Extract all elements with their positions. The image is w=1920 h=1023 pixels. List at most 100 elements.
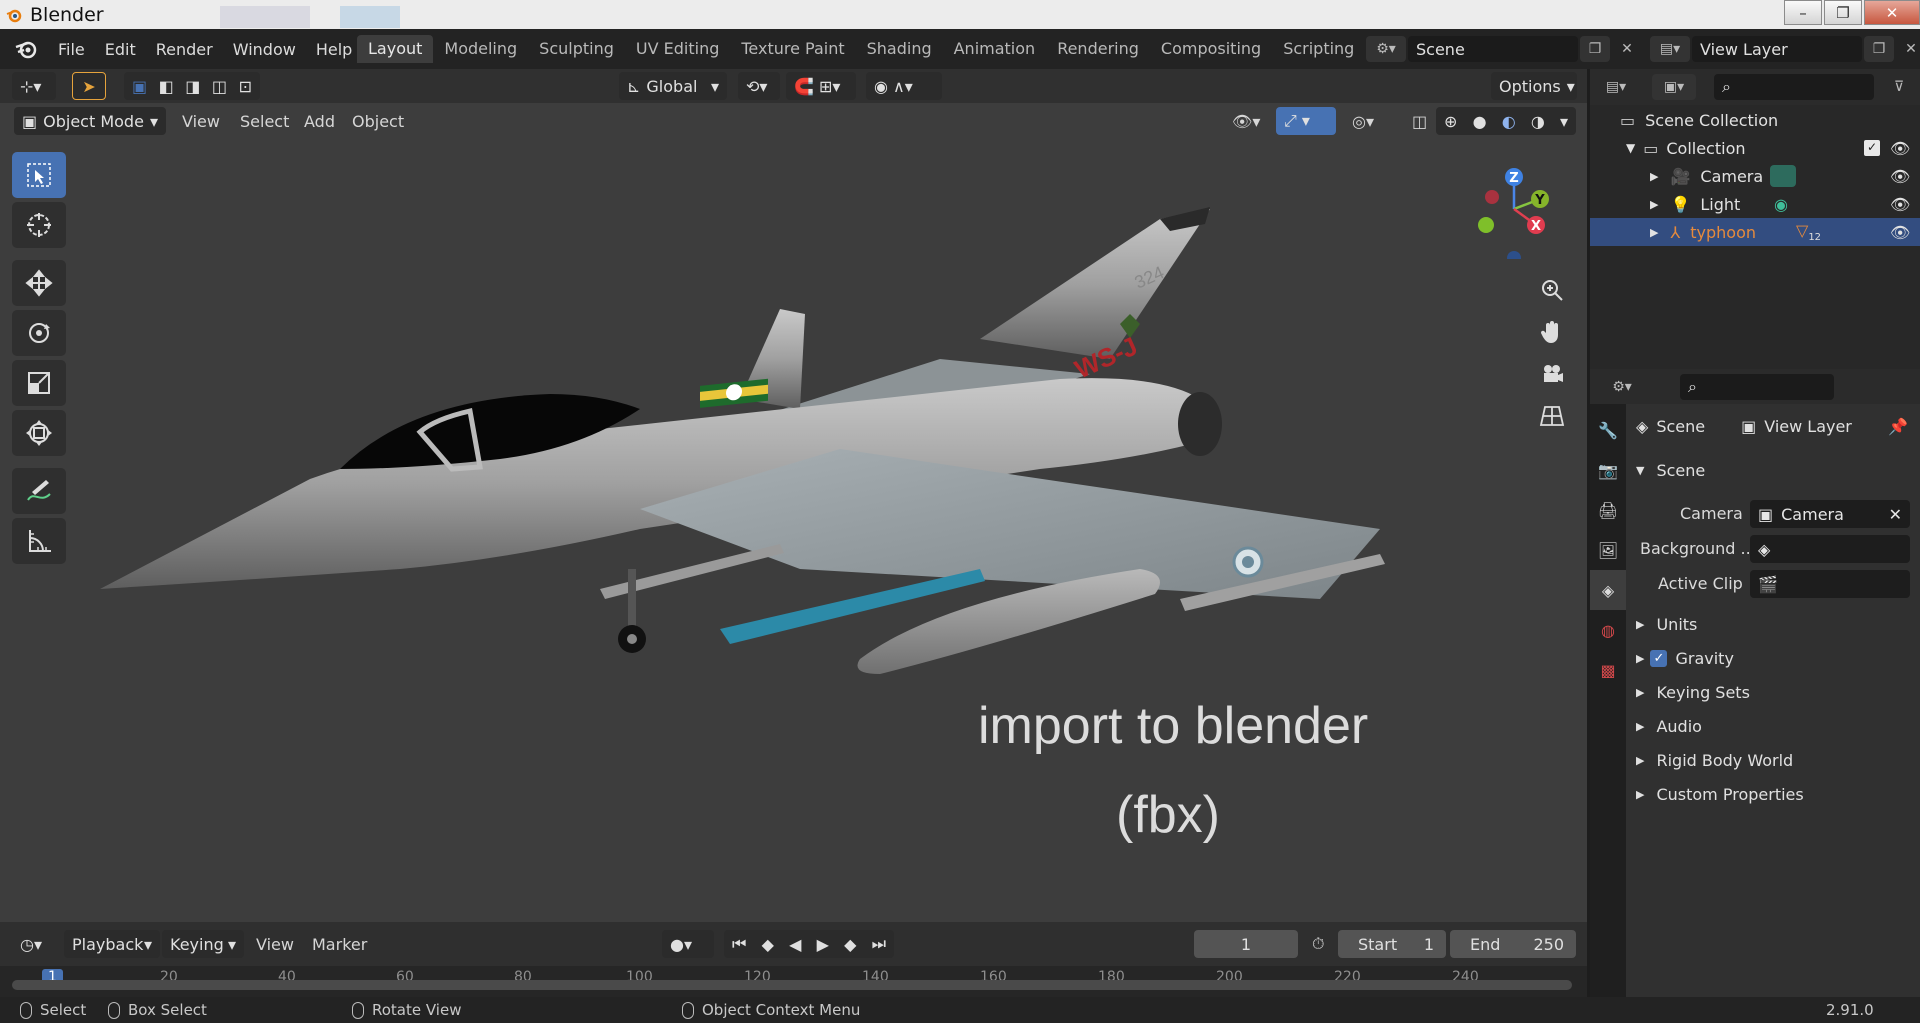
properties-editor-type-button[interactable]: ⚙▾ bbox=[1600, 374, 1644, 400]
texture-tab-icon[interactable]: ▩ bbox=[1590, 650, 1626, 690]
light-data-icon[interactable]: ◉ bbox=[1774, 195, 1788, 214]
display-mode-button[interactable]: ▣▾ bbox=[1652, 74, 1696, 100]
current-frame-field[interactable]: 1 bbox=[1194, 930, 1298, 958]
expand-arrow-icon[interactable]: ▶ bbox=[1650, 226, 1658, 239]
visibility-eye-icon[interactable]: 👁 bbox=[1890, 167, 1910, 186]
panel-rigid-body-world[interactable]: ▶ Rigid Body World bbox=[1636, 751, 1793, 770]
tab-layout[interactable]: Layout bbox=[357, 35, 434, 63]
stopwatch-icon[interactable]: ⏱ bbox=[1304, 930, 1332, 958]
view-layer-tab-icon[interactable]: 🖼 bbox=[1590, 530, 1626, 570]
solid-shading-icon[interactable]: ● bbox=[1473, 112, 1487, 131]
view-layer-field[interactable]: View Layer bbox=[1692, 36, 1862, 62]
outliner-search-input[interactable]: ⌕ bbox=[1714, 74, 1874, 100]
active-tool-icon[interactable]: ➤ bbox=[72, 72, 106, 100]
outliner-collection[interactable]: ▼ ▭ Collection ✓ 👁 bbox=[1590, 134, 1920, 162]
timeline-menu-view[interactable]: View bbox=[248, 930, 302, 958]
output-tab-icon[interactable]: 🖨 bbox=[1590, 490, 1626, 530]
scene-tab-icon[interactable]: ◈ bbox=[1590, 570, 1626, 610]
tab-uv-editing[interactable]: UV Editing bbox=[625, 35, 730, 63]
snapping-toggle[interactable]: 🧲 ⊞▾ bbox=[786, 72, 856, 100]
new-view-layer-icon[interactable]: ❐ bbox=[1864, 36, 1894, 62]
menu-edit[interactable]: Edit bbox=[95, 40, 146, 59]
scene-panel-header[interactable]: ▼ Scene bbox=[1636, 461, 1705, 480]
zoom-icon[interactable] bbox=[1532, 269, 1572, 311]
visibility-eye-icon[interactable]: 👁 bbox=[1890, 195, 1910, 214]
panel-keying-sets[interactable]: ▶ Keying Sets bbox=[1636, 683, 1750, 702]
select-intersect-icon[interactable]: ⊡ bbox=[239, 77, 252, 96]
panel-units[interactable]: ▶ Units bbox=[1636, 615, 1697, 634]
expand-arrow-icon[interactable]: ▶ bbox=[1636, 788, 1644, 801]
timeline-scrollbar[interactable] bbox=[12, 980, 1572, 990]
options-dropdown[interactable]: Options ▾ bbox=[1491, 72, 1577, 100]
select-new-icon[interactable]: ▣ bbox=[132, 77, 147, 96]
outliner-item-typhoon[interactable]: ▶ ⅄ typhoon ▽12 👁 bbox=[1590, 218, 1920, 246]
transform-orientation-dropdown[interactable]: ⊾ Global ▾ bbox=[619, 72, 727, 100]
outliner-item-light[interactable]: ▶ 💡 Light ◉ 👁 bbox=[1590, 190, 1920, 218]
delete-view-layer-icon[interactable]: ✕ bbox=[1896, 36, 1920, 62]
menu-file[interactable]: File bbox=[48, 40, 95, 59]
expand-arrow-icon[interactable]: ▶ bbox=[1636, 618, 1644, 631]
move-tool-icon[interactable] bbox=[12, 260, 66, 306]
viewport-menu-object[interactable]: Object bbox=[344, 107, 412, 135]
gravity-checkbox[interactable]: ✓ bbox=[1650, 650, 1668, 667]
menu-help[interactable]: Help bbox=[306, 40, 362, 59]
select-invert-icon[interactable]: ◫ bbox=[212, 77, 227, 96]
new-scene-icon[interactable]: ❐ bbox=[1580, 36, 1610, 62]
outliner-editor-type-button[interactable]: ▤▾ bbox=[1596, 74, 1636, 100]
blender-menu-icon[interactable] bbox=[14, 38, 38, 60]
camera-data-icon[interactable] bbox=[1770, 165, 1796, 187]
expand-arrow-icon[interactable]: ▼ bbox=[1636, 464, 1644, 477]
prev-keyframe-icon[interactable]: ◆ bbox=[762, 935, 774, 954]
mode-dropdown[interactable]: ▣ Object Mode ▾ bbox=[14, 107, 166, 135]
panel-custom-properties[interactable]: ▶ Custom Properties bbox=[1636, 785, 1804, 804]
select-subtract-icon[interactable]: ◨ bbox=[185, 77, 200, 96]
viewport-menu-view[interactable]: View bbox=[174, 107, 228, 135]
menu-render[interactable]: Render bbox=[146, 40, 223, 59]
visibility-eye-icon[interactable]: 👁 bbox=[1890, 139, 1910, 158]
scene-camera-field[interactable]: ▣ Camera ✕ bbox=[1750, 500, 1910, 528]
tab-modeling[interactable]: Modeling bbox=[433, 35, 528, 63]
playback-menu[interactable]: Playback ▾ bbox=[64, 930, 160, 958]
editor-type-button[interactable]: ⊹▾ bbox=[12, 72, 56, 100]
scene-name-field[interactable]: Scene bbox=[1408, 36, 1578, 62]
tab-shading[interactable]: Shading bbox=[856, 35, 943, 63]
scene-selector-button[interactable]: ⚙▾ bbox=[1366, 36, 1406, 62]
collection-checkbox[interactable]: ✓ bbox=[1864, 140, 1880, 156]
navigation-gizmo[interactable]: Z Y X bbox=[1454, 159, 1564, 259]
render-tab-icon[interactable]: 📷 bbox=[1590, 450, 1626, 490]
tab-animation[interactable]: Animation bbox=[943, 35, 1047, 63]
tab-scripting[interactable]: Scripting bbox=[1272, 35, 1365, 63]
expand-arrow-icon[interactable]: ▶ bbox=[1650, 198, 1658, 211]
overlay-toggle-icon[interactable]: ◎▾ bbox=[1344, 107, 1382, 135]
wireframe-shading-icon[interactable]: ⊕ bbox=[1444, 112, 1457, 131]
chevron-down-icon[interactable]: ▾ bbox=[1560, 112, 1568, 131]
clear-field-icon[interactable]: ✕ bbox=[1889, 505, 1902, 524]
measure-tool-icon[interactable] bbox=[12, 518, 66, 564]
world-tab-icon[interactable]: ◍ bbox=[1590, 610, 1626, 650]
perspective-toggle-icon[interactable] bbox=[1532, 395, 1572, 437]
background-scene-field[interactable]: ◈ bbox=[1750, 535, 1910, 563]
proportional-editing-toggle[interactable]: ◉ ∧▾ bbox=[866, 72, 942, 100]
expand-arrow-icon[interactable]: ▶ bbox=[1636, 652, 1644, 665]
typhoon-jet-model[interactable]: WS-J 324 bbox=[80, 149, 1440, 789]
select-extend-icon[interactable]: ◧ bbox=[159, 77, 174, 96]
gizmo-toggle-icon[interactable]: ⤢ ▾ bbox=[1276, 107, 1336, 135]
pin-icon[interactable]: 📌 bbox=[1888, 417, 1908, 436]
panel-gravity[interactable]: ▶ ✓ Gravity bbox=[1636, 649, 1734, 668]
next-keyframe-icon[interactable]: ◆ bbox=[844, 935, 856, 954]
camera-view-icon[interactable] bbox=[1532, 353, 1572, 395]
expand-arrow-icon[interactable]: ▶ bbox=[1636, 754, 1644, 767]
viewport-menu-select[interactable]: Select bbox=[232, 107, 297, 135]
transform-tool-icon[interactable] bbox=[12, 410, 66, 456]
pivot-point-dropdown[interactable]: ⟲▾ bbox=[738, 72, 780, 100]
jump-start-icon[interactable]: ⏮ bbox=[732, 934, 746, 954]
panel-audio[interactable]: ▶ Audio bbox=[1636, 717, 1702, 736]
expand-arrow-icon[interactable]: ▼ bbox=[1626, 141, 1635, 155]
material-shading-icon[interactable]: ◐ bbox=[1502, 112, 1516, 131]
close-window-button[interactable]: ✕ bbox=[1864, 0, 1920, 25]
viewport-menu-add[interactable]: Add bbox=[296, 107, 343, 135]
restore-button[interactable]: ❐ bbox=[1824, 0, 1862, 25]
active-clip-field[interactable]: 🎬 bbox=[1750, 570, 1910, 598]
play-reverse-icon[interactable]: ◀ bbox=[789, 935, 801, 954]
rendered-shading-icon[interactable]: ◑ bbox=[1531, 112, 1545, 131]
